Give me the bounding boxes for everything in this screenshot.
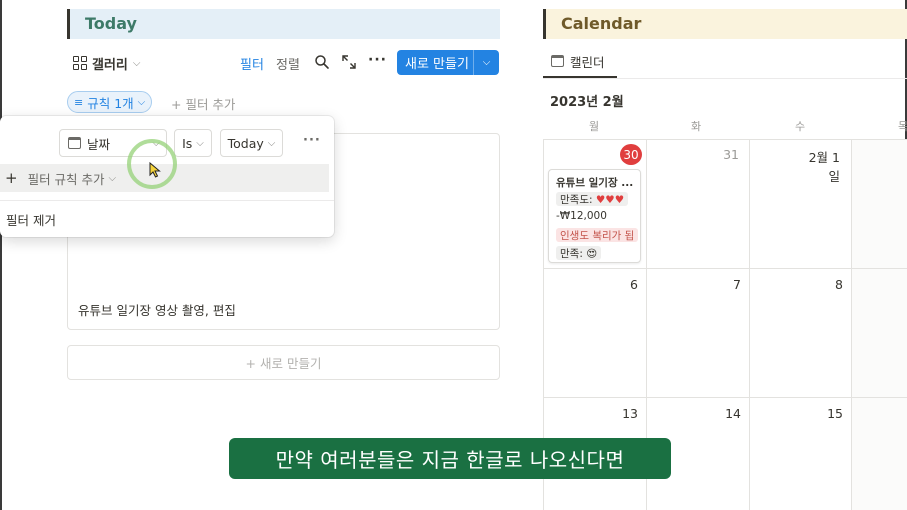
calendar-grid-line [749,139,750,510]
event-satisfaction: 만족도: ♥♥♥ [556,192,629,206]
window-edge-left [0,0,2,510]
calendar-next-column [851,139,907,510]
weekday-mon: 월 [589,120,600,133]
calendar-view-tab[interactable]: 캘린더 [543,46,617,78]
search-icon[interactable] [314,54,330,70]
mouse-cursor-icon [149,162,161,178]
filter-icon: ≡ [74,95,84,109]
calendar-tab-label: 캘린더 [570,54,605,70]
view-switcher[interactable]: 갤러리 ⌵ [73,53,140,73]
new-button[interactable]: 새로 만들기 ⌵ [397,50,499,75]
calendar-grid-line [543,139,907,140]
view-switcher-label: 갤러리 [92,57,128,73]
calendar-header: Calendar [543,9,907,39]
chevron-down-icon: ⌵ [137,96,146,108]
sort-button[interactable]: 정렬 [276,54,300,73]
filter-button[interactable]: 필터 [240,54,264,73]
today-date-badge[interactable]: 30 [620,144,642,165]
weekday-tue: 화 [691,120,702,133]
event-mood: 만족: 😍 [556,246,602,260]
gallery-grid-icon [73,56,87,70]
calendar-day[interactable]: 15 [803,406,843,421]
add-filter-button[interactable]: + 필터 추가 [171,94,235,113]
calendar-day[interactable]: 7 [701,277,741,292]
filter-operator-label: Is [182,135,193,151]
today-title: Today [85,14,137,33]
event-price: -₩12,000 [556,210,607,222]
chevron-down-icon: ⌵ [108,172,117,184]
calendar-event-card[interactable]: 유튜브 일기장 ... 만족도: ♥♥♥ -₩12,000 인생도 복리가 됩 … [548,169,641,263]
weekday-wed: 수 [795,120,806,133]
calendar-grid-line [543,397,907,398]
calendar-day[interactable]: 13 [598,406,638,421]
new-dropdown-chevron-icon[interactable]: ⌵ [474,57,499,68]
calendar-day[interactable]: 14 [701,406,741,421]
calendar-title: Calendar [561,14,642,33]
gallery-card-title: 유튜브 일기장 영상 촬영, 편집 [78,303,236,318]
event-title: 유튜브 일기장 ... [556,177,634,189]
calendar-grid-line [543,268,907,269]
video-subtitle: 만약 여러분들은 지금 한글로 나오신다면 [229,438,671,479]
new-card-button[interactable]: + 새로 만들기 [67,345,500,380]
popup-divider [0,200,334,201]
calendar-day[interactable]: 8 [803,277,843,292]
more-options-button[interactable]: ··· [368,52,387,68]
weekday-thu: 목 [898,120,907,133]
filter-operator-select[interactable]: Is ⌵ [174,129,212,157]
filter-value-select[interactable]: Today ⌵ [220,129,283,157]
month-label: 2023년 2월 [550,95,624,110]
new-button-label: 새로 만들기 [405,57,469,72]
add-filter-rule-label: 필터 규칙 추가 [27,171,105,187]
remove-filter-button[interactable]: 필터 제거 [6,210,56,229]
chevron-down-icon: ⌵ [196,137,204,149]
event-tag: 인생도 복리가 됩 [556,228,639,242]
chevron-down-icon: ⌵ [267,137,276,149]
calendar-icon [551,55,564,67]
filter-rule-chip-label: 규칙 1개 [87,95,134,111]
filter-property-label: 날짜 [87,136,111,152]
calendar-icon [68,137,81,149]
calendar-day[interactable]: 2월 1일 [800,147,840,185]
expand-icon[interactable] [341,54,357,70]
chevron-down-icon: ⌵ [132,57,141,69]
filter-value-label: Today [227,135,264,151]
filter-rule-chip[interactable]: ≡ 규칙 1개 ⌵ [67,91,153,113]
filter-rule-more-button[interactable]: ··· [303,133,321,148]
calendar-day[interactable]: 31 [699,147,739,162]
calendar-grid-line [851,139,852,510]
calendar-day[interactable]: 6 [598,277,638,292]
tab-underline-divider [543,78,907,79]
plus-icon: + [5,169,18,187]
today-header: Today [67,9,500,39]
